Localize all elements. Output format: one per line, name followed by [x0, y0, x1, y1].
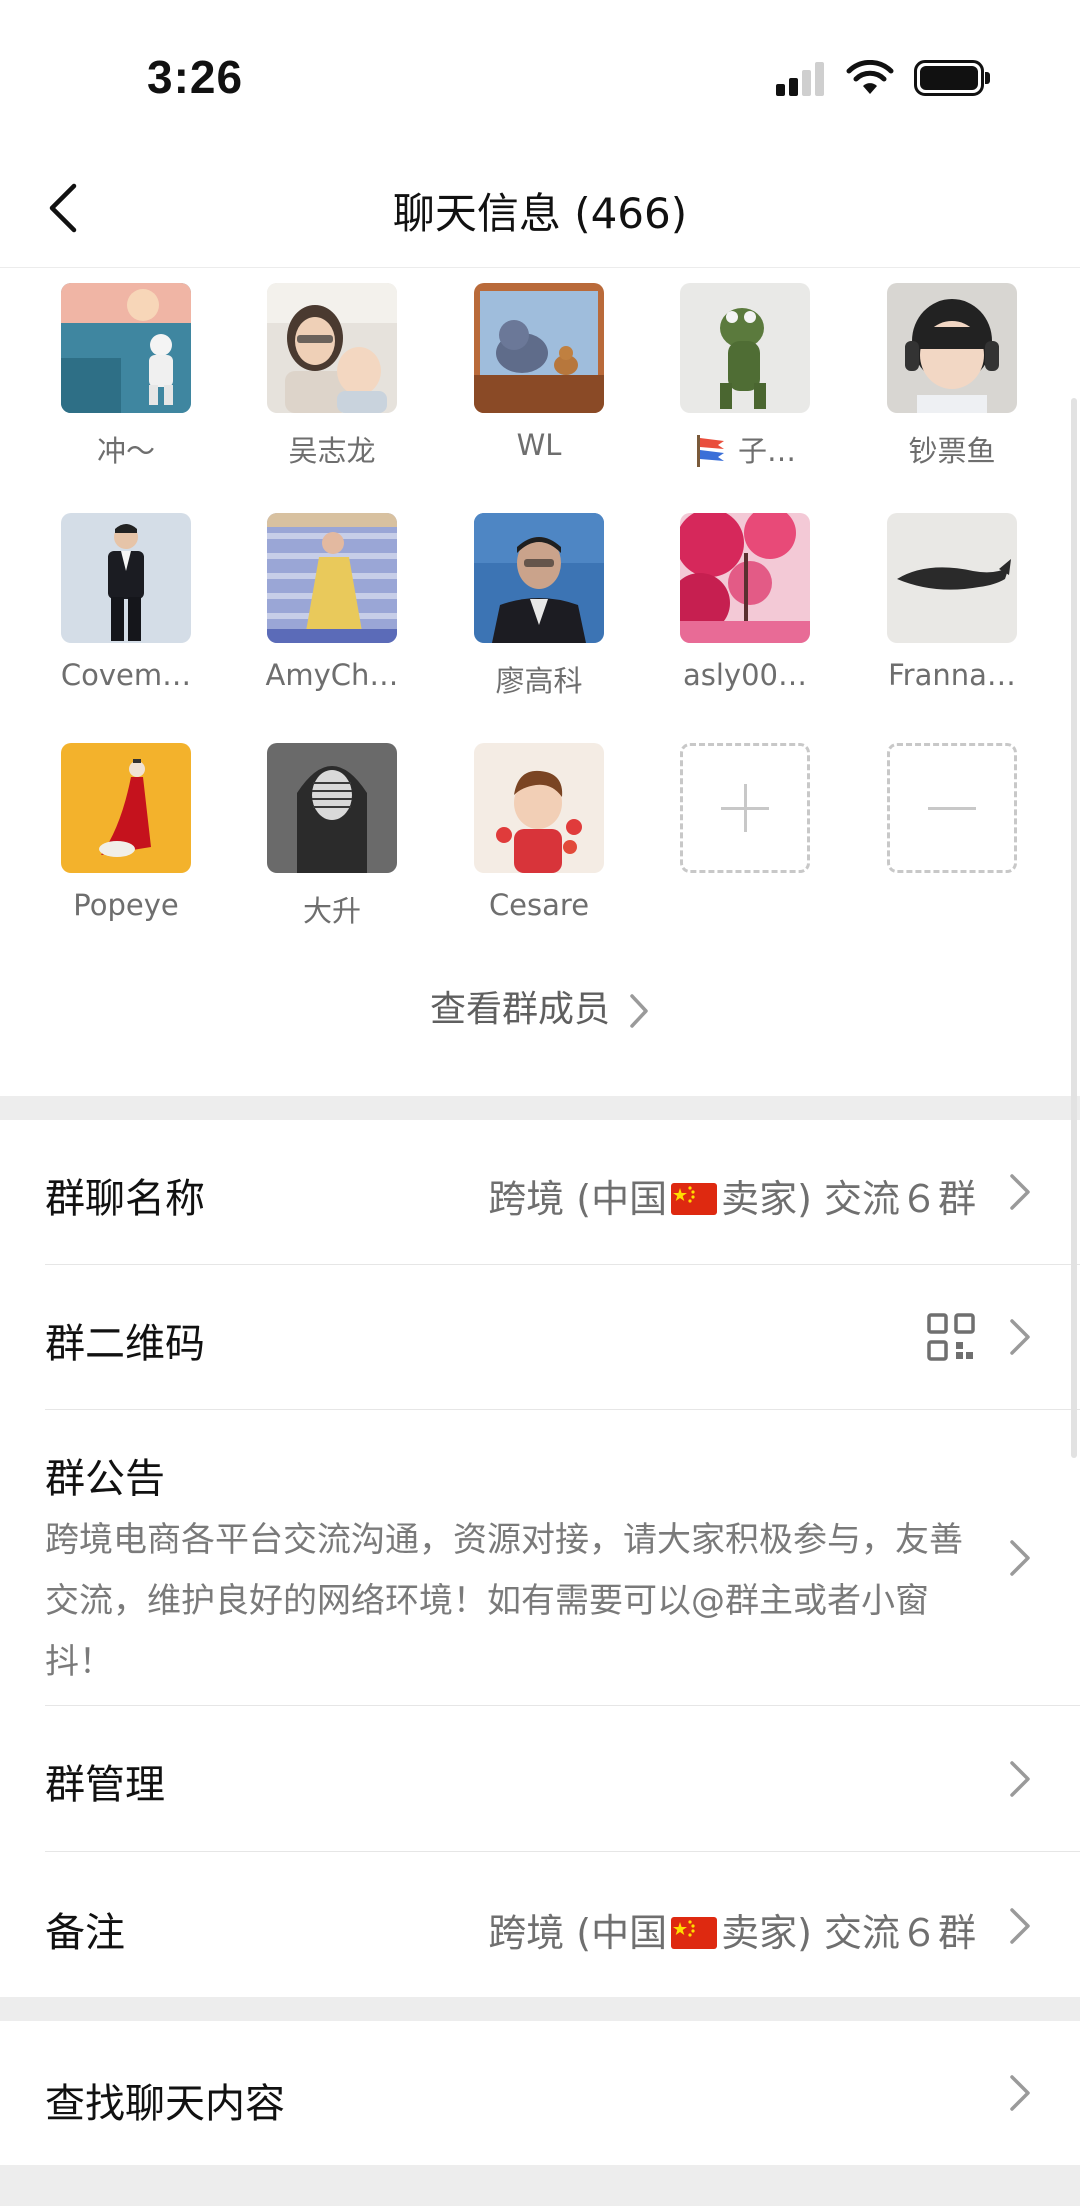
nav-header: 聊天信息 (466) — [0, 150, 1080, 268]
plus-icon — [680, 743, 810, 873]
member-item[interactable]: 廖高科 — [436, 500, 642, 700]
group-name-value-text-2: 卖家) 交流６群 — [721, 1177, 976, 1221]
group-name-value: 跨境 (中国 卖家) 交流６群 — [488, 1168, 976, 1223]
member-item[interactable]: 大升 — [229, 730, 435, 930]
man-portrait-avatar — [474, 513, 604, 643]
member-grid: 冲～ 吴志龙 WL 子… 钞票鱼 Covem… AmyCh… 廖高科 asly0… — [0, 270, 1080, 1096]
group-name-label: 群聊名称 — [45, 1176, 205, 1222]
tom-jerry-avatar — [474, 283, 604, 413]
member-item[interactable]: AmyCh… — [229, 500, 435, 700]
member-item[interactable]: WL — [436, 270, 642, 470]
frog-toy-avatar — [680, 283, 810, 413]
view-members-label: 查看群成员 — [429, 989, 610, 1030]
chevron-right-icon — [630, 994, 648, 1028]
qr-code-icon — [927, 1313, 975, 1361]
member-item[interactable]: Covem… — [23, 500, 229, 700]
group-name-value-text: 跨境 (中国 — [488, 1177, 668, 1221]
member-item[interactable]: 冲～ — [23, 270, 229, 470]
member-name: WL — [516, 428, 562, 462]
chevron-right-icon — [1010, 1908, 1030, 1944]
cartoon-boy-avatar — [474, 743, 604, 873]
remark-label: 备注 — [45, 1910, 125, 1956]
member-item[interactable]: 钞票鱼 — [849, 270, 1055, 470]
battery-icon — [914, 60, 990, 96]
member-name: 冲～ — [96, 434, 155, 468]
member-name: Popeye — [73, 888, 179, 922]
man-tuxedo-avatar — [61, 513, 191, 643]
member-name: AmyCh… — [265, 658, 399, 692]
member-item[interactable]: asly00… — [642, 500, 848, 700]
member-name: 吴志龙 — [288, 434, 376, 468]
remark-row[interactable]: 备注 跨境 (中国 卖家) 交流６群 — [0, 1852, 1080, 1997]
announcement-text: 跨境电商各平台交流沟通，资源对接，请大家积极参与，友善交流，维护良好的网络环境！… — [45, 1520, 963, 1682]
search-chat-label: 查找聊天内容 — [45, 2081, 285, 2127]
status-icons — [776, 58, 990, 98]
chevron-right-icon — [1010, 1319, 1030, 1355]
member-name: 钞票鱼 — [908, 434, 996, 468]
status-time: 3:26 — [147, 51, 244, 103]
figure-cape-avatar — [61, 743, 191, 873]
group-management-row[interactable]: 群管理 — [0, 1706, 1080, 1852]
remove-member-button[interactable] — [849, 730, 1055, 930]
mother-child-avatar — [267, 283, 397, 413]
member-item[interactable]: 吴志龙 — [229, 270, 435, 470]
announcement-label: 群公告 — [45, 1456, 165, 1502]
china-flag-icon — [671, 1183, 718, 1215]
child-headphones-avatar — [887, 283, 1017, 413]
member-item[interactable]: Cesare — [436, 730, 642, 930]
minus-icon — [887, 743, 1017, 873]
search-chat-row[interactable]: 查找聊天内容 — [0, 2021, 1080, 2165]
page-title: 聊天信息 (466) — [392, 189, 688, 238]
member-name: asly00… — [682, 658, 807, 692]
status-bar: 3:26 — [0, 0, 1080, 150]
member-name: Covem… — [60, 658, 192, 692]
remark-value-text-2: 卖家) 交流６群 — [721, 1911, 976, 1955]
china-flag-icon — [671, 1917, 718, 1949]
group-name-row[interactable]: 群聊名称 跨境 (中国 卖家) 交流６群 — [0, 1120, 1080, 1265]
member-name-text: 子… — [737, 434, 796, 468]
group-management-label: 群管理 — [45, 1762, 165, 1808]
scrollbar[interactable] — [1071, 398, 1077, 1458]
add-member-button[interactable] — [642, 730, 848, 930]
wifi-icon — [846, 60, 894, 94]
remark-value-text: 跨境 (中国 — [488, 1911, 668, 1955]
woman-stairs-avatar — [267, 513, 397, 643]
cellular-signal-icon — [776, 60, 826, 96]
member-name: 大升 — [302, 894, 361, 928]
qr-code-row[interactable]: 群二维码 — [0, 1265, 1080, 1410]
chevron-right-icon — [1010, 1174, 1030, 1210]
chevron-right-icon — [1010, 1761, 1030, 1797]
section-separator — [0, 1096, 1080, 1120]
member-name: Cesare — [488, 888, 590, 922]
section-separator — [0, 2165, 1080, 2206]
section-separator — [0, 1997, 1080, 2021]
whale-avatar — [887, 513, 1017, 643]
pink-blossoms-avatar — [680, 513, 810, 643]
remark-value: 跨境 (中国 卖家) 交流６群 — [488, 1902, 976, 1957]
member-item[interactable]: 子… — [642, 270, 848, 470]
chevron-right-icon — [1010, 1540, 1030, 1576]
member-item[interactable]: Franna… — [849, 500, 1055, 700]
qr-code-label: 群二维码 — [45, 1321, 205, 1367]
member-name: 廖高科 — [495, 664, 583, 698]
chevron-right-icon — [1010, 2075, 1030, 2111]
member-item[interactable]: Popeye — [23, 730, 229, 930]
member-name: Franna… — [888, 658, 1016, 692]
hooded-figure-avatar — [267, 743, 397, 873]
astronaut-avatar — [61, 283, 191, 413]
view-members-link[interactable]: 查看群成员 — [0, 980, 1080, 1032]
carp-streamer-icon — [696, 435, 724, 467]
member-name: 子… — [642, 428, 848, 470]
